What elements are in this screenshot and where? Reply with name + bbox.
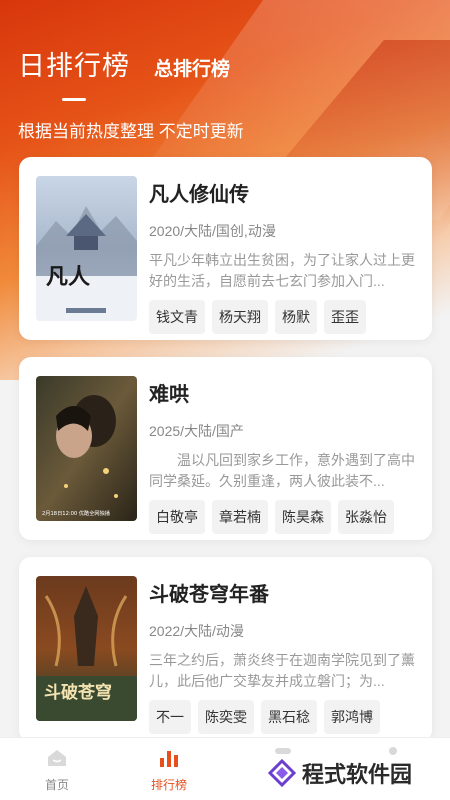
poster-title-text: 斗破苍穹: [44, 682, 112, 703]
cast-tag[interactable]: 章若楠: [212, 500, 268, 534]
cast-tag[interactable]: 陈昊森: [275, 500, 331, 534]
cast-tag[interactable]: 陈奕雯: [198, 700, 254, 734]
item-description: 三年之约后，萧炎终于在迦南学院见到了薰儿，此后他广交挚友并成立磐门；为...: [149, 652, 415, 689]
item-title: 斗破苍穹年番: [149, 584, 269, 606]
tab-daily-label: 日排行榜: [18, 51, 130, 81]
poster-caption-text: 2月18日12:00 优酷全网独播: [42, 509, 111, 517]
ranking-tabs: 日排行榜 总排行榜: [18, 44, 230, 101]
poster-title-text: 凡人: [46, 264, 90, 290]
nav-home[interactable]: 首页: [27, 746, 87, 793]
item-meta: 2022/大陆/动漫: [149, 623, 244, 639]
cast-tag[interactable]: 白敬亭: [149, 500, 205, 534]
cast-tag[interactable]: 郭鸿博: [324, 700, 380, 734]
tab-total[interactable]: 总排行榜: [154, 54, 230, 83]
list-item[interactable]: 斗破苍穹 斗破苍穹年番 2022/大陆/动漫 三年之约后，萧炎终于在迦南学院见到…: [19, 557, 432, 742]
item-description: 平凡少年韩立出生贫困，为了让家人过上更好的生活，自愿前去七玄门参加入门...: [149, 252, 415, 289]
tab-underline: [62, 98, 86, 101]
item-meta: 2020/大陆/国创,动漫: [149, 223, 276, 239]
watermark-text: 程式软件园: [302, 762, 413, 787]
nav-home-label: 首页: [44, 778, 69, 792]
bar-chart-icon: [160, 751, 178, 767]
page-subtitle: 根据当前热度整理 不定时更新: [18, 122, 244, 141]
item-description: 温以凡回到家乡工作，意外遇到了高中同学桑延。久别重逢，两人彼此装不...: [149, 452, 415, 489]
poster-image: 凡人: [36, 176, 137, 321]
watermark: 程式软件园: [268, 757, 412, 789]
tab-daily[interactable]: 日排行榜: [18, 44, 130, 101]
cast-tag[interactable]: 钱文青: [149, 300, 205, 334]
cast-tag[interactable]: 杨默: [275, 300, 317, 334]
home-icon: [48, 750, 66, 766]
list-item[interactable]: 2月18日12:00 优酷全网独播 难哄 2025/大陆/国产 温以凡回到家乡工…: [19, 357, 432, 540]
watermark-logo-icon: [268, 759, 296, 787]
cast-tags: 钱文青 杨天翔 杨默 歪歪: [149, 300, 418, 334]
cast-tag[interactable]: 张淼怡: [338, 500, 394, 534]
cast-tag[interactable]: 歪歪: [324, 300, 366, 334]
cast-tags: 不一 陈奕雯 黑石稔 郭鸿博: [149, 700, 418, 734]
list-item[interactable]: 凡人 凡人修仙传 2020/大陆/国创,动漫 平凡少年韩立出生贫困，为了让家人过…: [19, 157, 432, 340]
nav-ranking-label: 排行榜: [150, 778, 187, 792]
item-meta: 2025/大陆/国产: [149, 423, 244, 439]
cast-tag[interactable]: 杨天翔: [212, 300, 268, 334]
cast-tags: 白敬亭 章若楠 陈昊森 张淼怡: [149, 500, 418, 534]
item-title: 难哄: [149, 384, 189, 406]
item-title: 凡人修仙传: [149, 184, 249, 206]
poster-image: 斗破苍穹: [36, 576, 137, 721]
cast-tag[interactable]: 黑石稔: [261, 700, 317, 734]
cast-tag[interactable]: 不一: [149, 700, 191, 734]
poster-image: 2月18日12:00 优酷全网独播: [36, 376, 137, 521]
nav-ranking[interactable]: 排行榜: [139, 746, 199, 793]
